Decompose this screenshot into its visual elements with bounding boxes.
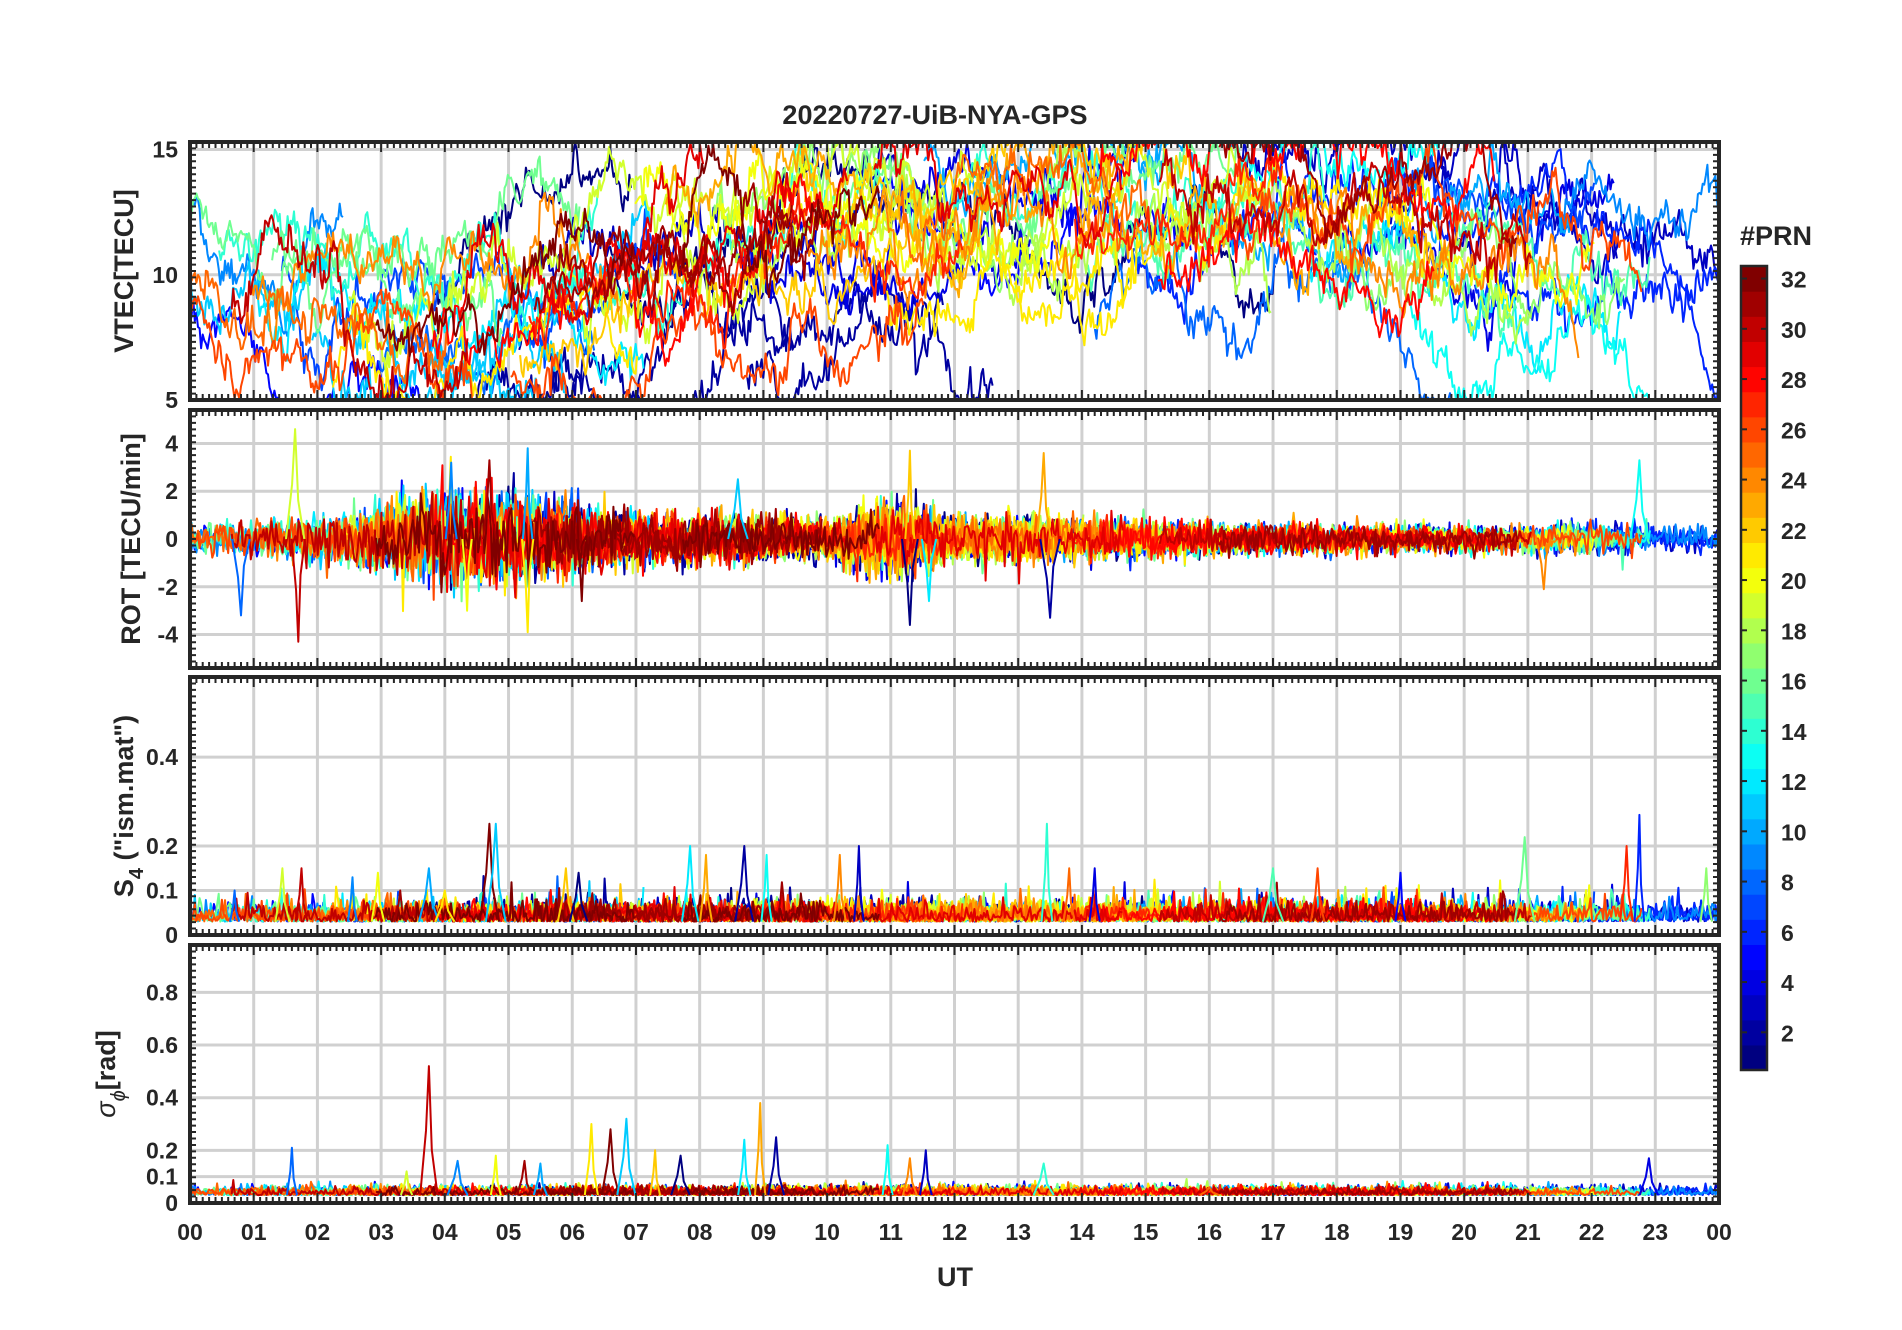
- y-tick-label: 4: [165, 430, 178, 456]
- y-tick-label: 0.1: [146, 1164, 178, 1190]
- colorbar-blocks: [1741, 266, 1767, 1071]
- x-tick-label: 19: [1388, 1219, 1414, 1245]
- panel-s4-y-label: S4 ("ism.mat"): [109, 715, 148, 897]
- y-tick-label: -2: [158, 574, 178, 600]
- colorbar-block: [1741, 994, 1767, 1021]
- colorbar-block: [1741, 391, 1767, 418]
- colorbar-block: [1741, 492, 1767, 518]
- panel-rot-y-tick-labels: -4 -2 0 2 4: [158, 430, 179, 647]
- colorbar-block: [1741, 341, 1767, 368]
- y-tick-label: 0.8: [146, 979, 178, 1005]
- x-tick-label: 13: [1005, 1219, 1031, 1245]
- x-tick-label: 16: [1197, 1219, 1223, 1245]
- colorbar: #PRN 2468101214161820222426283032: [1739, 221, 1812, 1072]
- x-tick-label: 22: [1579, 1219, 1605, 1245]
- panel-rot: -4 -2 0 2 4 ROT [TECU/min]: [116, 408, 1721, 670]
- y-tick-label: 2: [165, 478, 178, 504]
- x-tick-label: 01: [241, 1219, 267, 1245]
- panel-sigma-y-label-sub: ϕ: [108, 1090, 130, 1101]
- x-tick-label: 07: [623, 1219, 649, 1245]
- colorbar-block: [1741, 793, 1767, 820]
- y-tick-label: 0.4: [146, 744, 178, 770]
- y-tick-label: 0: [165, 526, 178, 552]
- x-tick-label: 02: [305, 1219, 331, 1245]
- colorbar-tick-label: 4: [1781, 970, 1794, 996]
- colorbar-tick-label: 18: [1781, 618, 1807, 644]
- panel-sigma: 00.10.2 0.4 0.6 0.8 σϕ[rad]: [91, 943, 1721, 1216]
- figure: 20220727-UiB-NYA-GPS 5 10 15 VTEC[TECU] -4…: [91, 100, 1812, 1292]
- y-tick-label: 15: [152, 137, 178, 163]
- colorbar-block: [1741, 441, 1767, 468]
- colorbar-tick-label: 16: [1781, 669, 1807, 695]
- panel-sigma-y-label: σϕ[rad]: [91, 1030, 130, 1117]
- colorbar-tick-label: 8: [1781, 870, 1794, 896]
- y-tick-label: -4: [158, 622, 179, 648]
- colorbar-tick-label: 14: [1781, 719, 1807, 745]
- colorbar-label: #PRN: [1740, 221, 1812, 251]
- colorbar-block: [1741, 542, 1767, 569]
- x-tick-label: 12: [942, 1219, 968, 1245]
- x-tick-label: 05: [496, 1219, 522, 1245]
- x-tick-label: 09: [751, 1219, 777, 1245]
- x-tick-label: 00: [177, 1219, 203, 1245]
- x-tick-label: 17: [1260, 1219, 1286, 1245]
- panel-s4-y-label-suffix: ("ism.mat"): [109, 715, 139, 868]
- colorbar-tick-label: 6: [1781, 920, 1794, 946]
- x-tick-label: 21: [1515, 1219, 1541, 1245]
- colorbar-block: [1741, 743, 1767, 770]
- colorbar-block: [1741, 944, 1767, 971]
- x-tick-label: 00: [1706, 1219, 1732, 1245]
- x-axis-label: UT: [937, 1262, 973, 1292]
- colorbar-tick-label: 12: [1781, 769, 1807, 795]
- y-tick-label: 0: [165, 1190, 178, 1216]
- x-tick-label: 11: [879, 1219, 904, 1245]
- x-tick-label: 23: [1642, 1219, 1668, 1245]
- colorbar-tick-label: 2: [1781, 1020, 1794, 1046]
- x-tick-labels: 00 01 02 03 04 05 06 07 08 09 10 11 12 13 14 15 16 17 18 19…: [177, 1219, 1732, 1245]
- x-tick-label: 15: [1133, 1219, 1159, 1245]
- x-tick-label: 06: [559, 1219, 585, 1245]
- colorbar-block: [1741, 693, 1767, 719]
- y-tick-label: 0.2: [146, 833, 178, 859]
- colorbar-tick-label: 20: [1781, 568, 1807, 594]
- y-tick-label: 0.1: [146, 878, 178, 904]
- panel-rot-y-label: ROT [TECU/min]: [116, 433, 146, 644]
- x-tick-label: 14: [1069, 1219, 1095, 1245]
- colorbar-tick-label: 26: [1781, 417, 1807, 443]
- y-tick-label: 0: [165, 922, 178, 948]
- colorbar-block: [1741, 843, 1767, 870]
- colorbar-block: [1741, 894, 1767, 920]
- panel-vtec: 5 10 15 VTEC[TECU]: [109, 137, 1721, 413]
- y-tick-label: 5: [165, 387, 178, 413]
- colorbar-block: [1741, 1044, 1767, 1071]
- panel-vtec-y-label: VTEC[TECU]: [109, 189, 139, 353]
- x-tick-label: 04: [432, 1219, 458, 1245]
- x-tick-label: 08: [687, 1219, 713, 1245]
- colorbar-tick-label: 24: [1781, 468, 1807, 494]
- panel-sigma-y-label-main: σ: [91, 1100, 121, 1118]
- panel-s4: 0 0.1 0.2 0.4 S4 ("ism.mat"): [109, 675, 1721, 948]
- colorbar-block: [1741, 291, 1767, 317]
- colorbar-block: [1741, 592, 1767, 619]
- panel-vtec-y-tick-labels: 5 10 15: [152, 137, 178, 413]
- chart-title: 20220727-UiB-NYA-GPS: [782, 100, 1087, 130]
- y-tick-label: 0.2: [146, 1137, 178, 1163]
- y-tick-label: 10: [152, 262, 178, 288]
- colorbar-tick-label: 32: [1781, 267, 1807, 293]
- y-tick-label: 0.6: [146, 1032, 178, 1058]
- colorbar-block: [1741, 642, 1767, 669]
- panel-s4-y-tick-labels: 0 0.1 0.2 0.4: [146, 744, 178, 948]
- x-tick-label: 10: [814, 1219, 840, 1245]
- x-tick-label: 18: [1324, 1219, 1350, 1245]
- x-tick-label: 03: [368, 1219, 394, 1245]
- colorbar-tick-label: 30: [1781, 317, 1807, 343]
- colorbar-tick-label: 28: [1781, 367, 1807, 393]
- y-tick-label: 0.4: [146, 1085, 178, 1111]
- colorbar-tick-label: 22: [1781, 518, 1807, 544]
- panel-sigma-y-label-suffix: [rad]: [91, 1030, 121, 1090]
- colorbar-tick-label: 10: [1781, 819, 1807, 845]
- panel-s4-y-label-main: S: [109, 879, 139, 897]
- x-tick-label: 20: [1451, 1219, 1477, 1245]
- panel-sigma-y-tick-labels: 00.10.2 0.4 0.6 0.8: [146, 979, 178, 1216]
